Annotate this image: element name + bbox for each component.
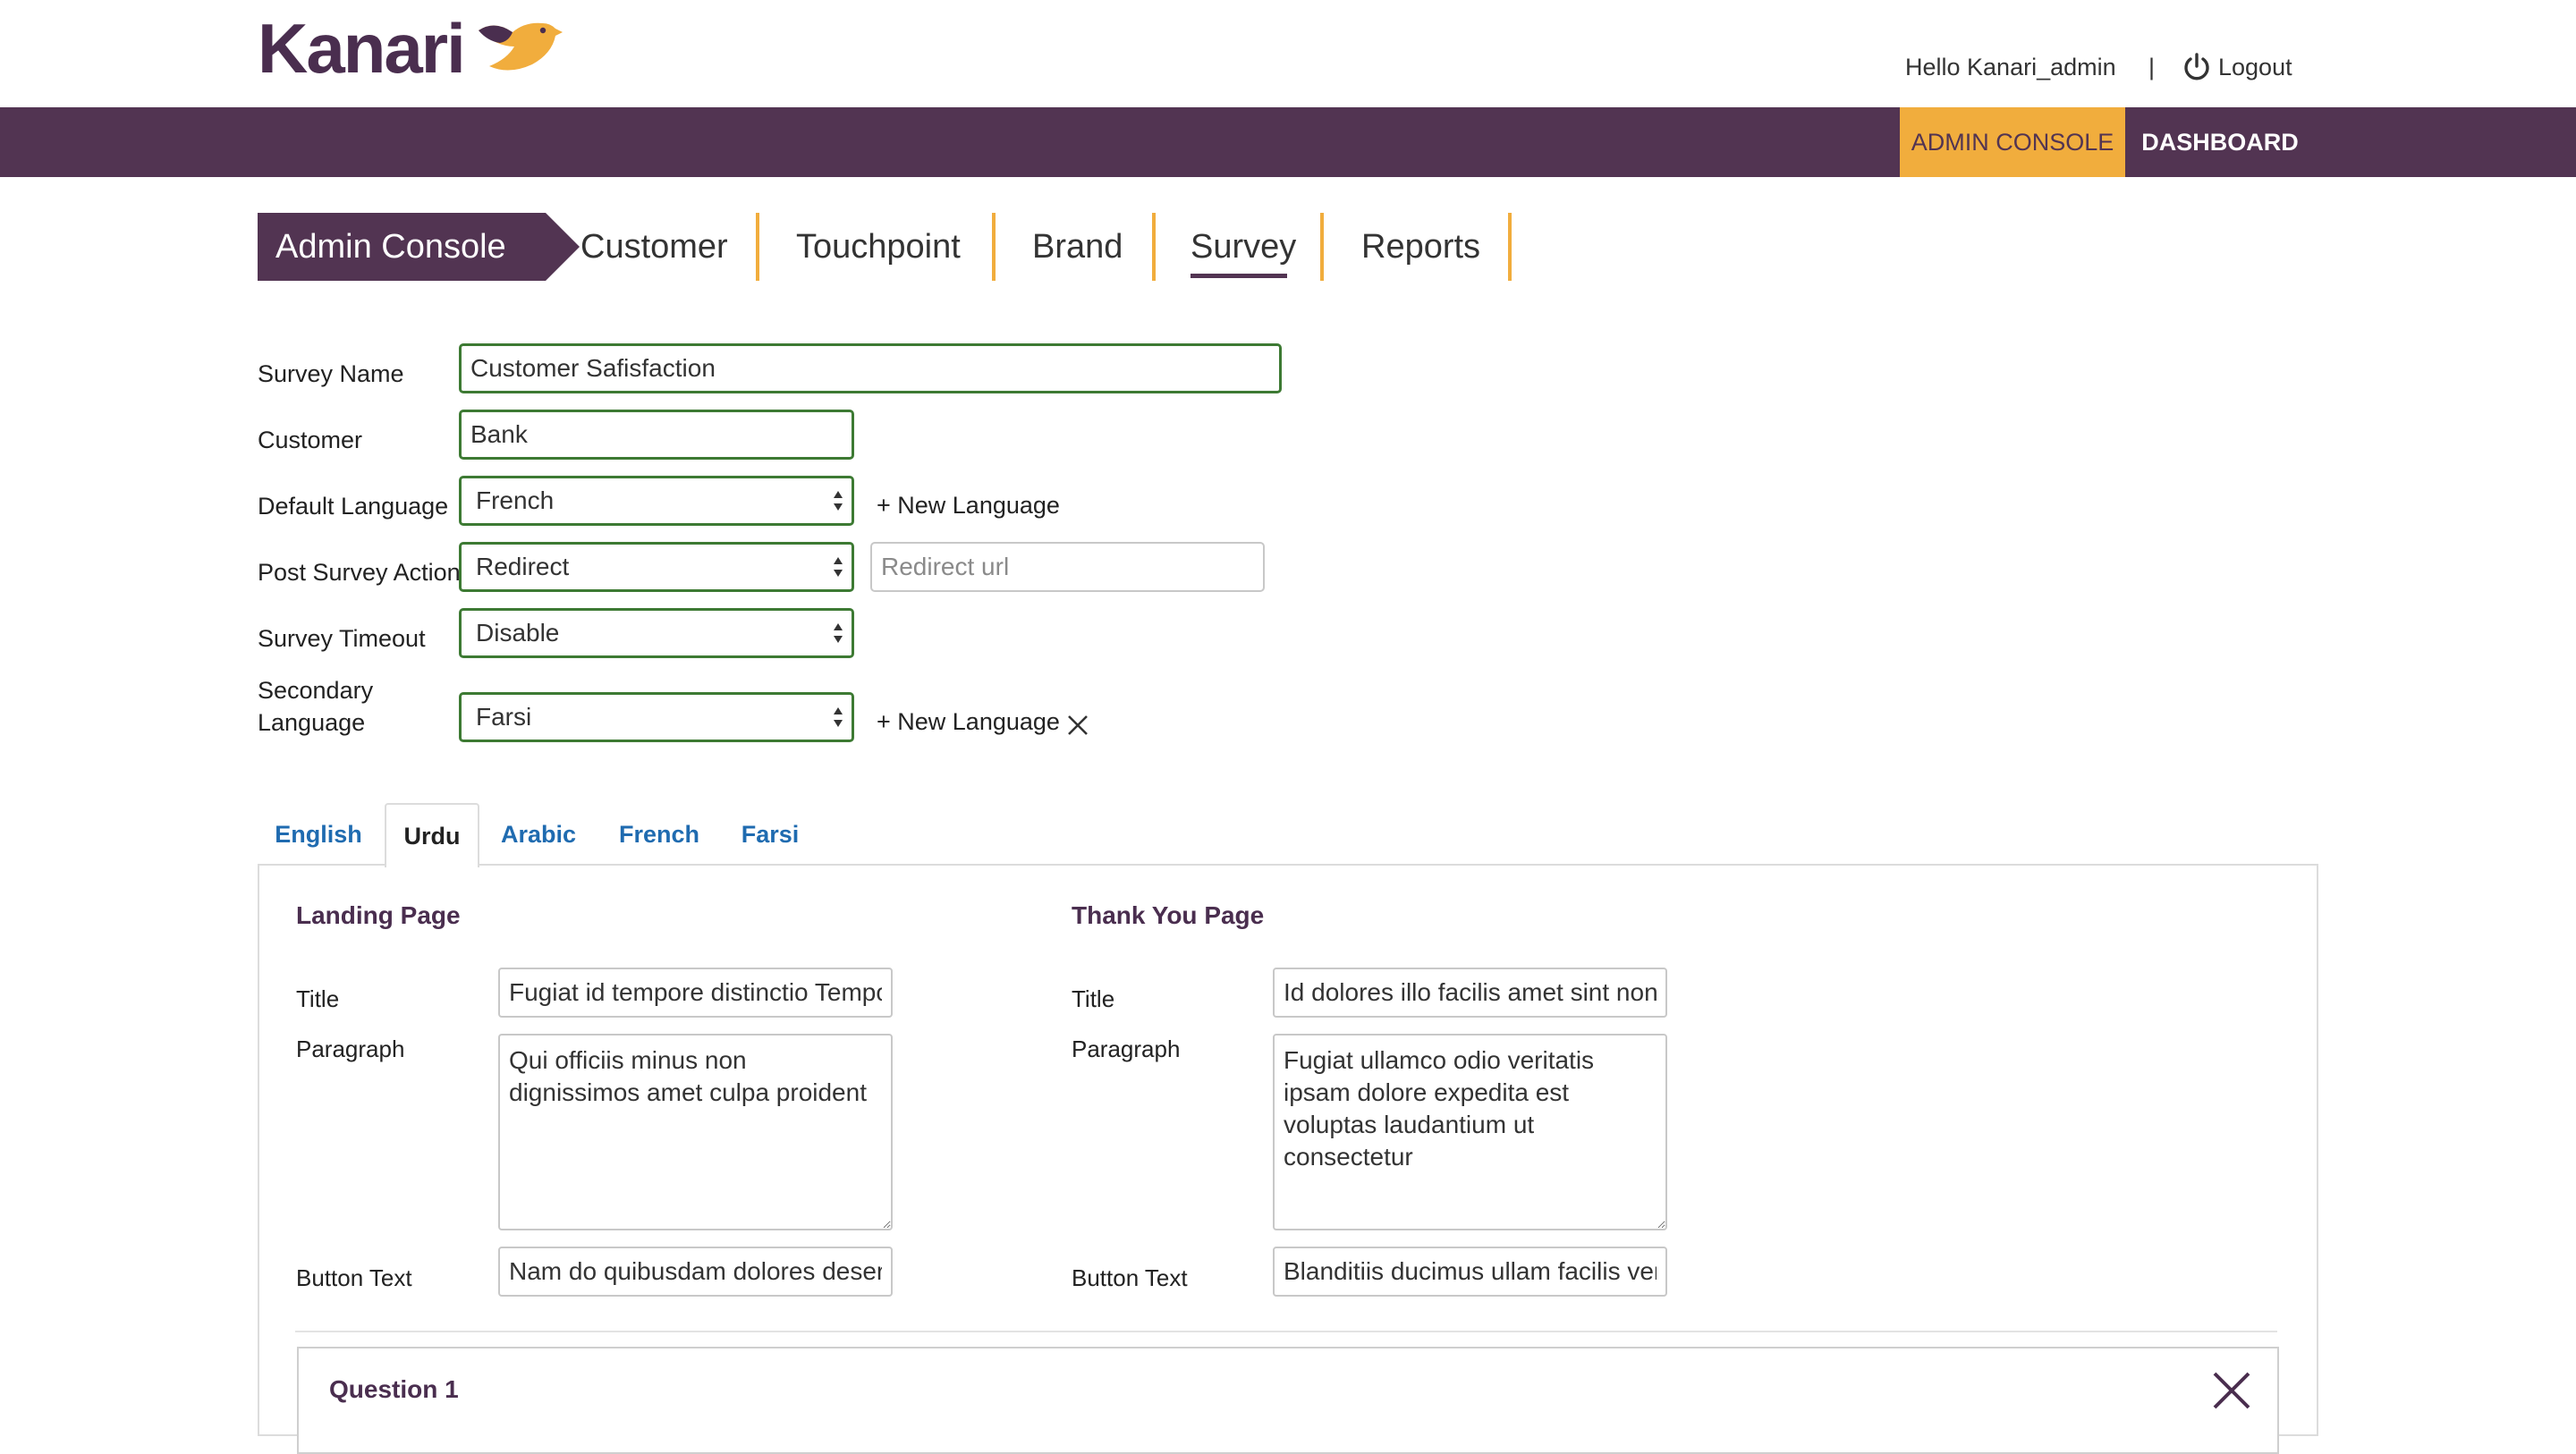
logout-label: Logout	[2218, 53, 2292, 80]
secondary-language-label-line2: Language	[258, 709, 366, 736]
post-survey-action-label: Post Survey Action	[258, 559, 461, 586]
dashboard-button[interactable]: DASHBOARD	[2125, 107, 2315, 177]
landing-page-heading: Landing Page	[296, 901, 461, 929]
tab-divider	[756, 213, 759, 281]
tab-divider	[1152, 213, 1156, 281]
lang-tab-urdu[interactable]: Urdu	[385, 803, 479, 867]
landing-button-text-input[interactable]	[498, 1247, 893, 1297]
thankyou-button-text-label: Button Text	[1072, 1264, 1188, 1291]
select-arrows-icon	[834, 491, 843, 511]
admin-console-button[interactable]: ADMIN CONSOLE	[1900, 107, 2125, 177]
lang-tab-farsi[interactable]: Farsi	[732, 803, 809, 866]
tab-reports[interactable]: Reports	[1361, 213, 1480, 281]
section-divider	[295, 1331, 2277, 1332]
secondary-language-value: Farsi	[476, 703, 532, 731]
thankyou-title-label: Title	[1072, 985, 1115, 1012]
survey-timeout-label: Survey Timeout	[258, 625, 426, 652]
select-arrows-icon	[834, 557, 843, 577]
post-survey-action-value: Redirect	[476, 553, 570, 580]
secondary-language-select[interactable]: Farsi	[459, 692, 854, 742]
breadcrumb[interactable]: Admin Console	[258, 213, 580, 281]
breadcrumb-arrow	[546, 213, 580, 281]
thankyou-button-text-input[interactable]	[1273, 1247, 1667, 1297]
tab-survey[interactable]: Survey	[1191, 213, 1296, 281]
tab-touchpoint[interactable]: Touchpoint	[796, 213, 961, 281]
landing-title-input[interactable]	[498, 968, 893, 1018]
select-arrows-icon	[834, 707, 843, 727]
landing-paragraph-textarea[interactable]: Qui officiis minus non dignissimos amet …	[498, 1034, 893, 1230]
survey-name-input[interactable]	[459, 343, 1282, 393]
lang-tab-english[interactable]: English	[268, 803, 369, 866]
top-navbar: ADMIN CONSOLE DASHBOARD	[0, 107, 2576, 177]
bird-logo-icon	[478, 22, 563, 71]
post-survey-action-select[interactable]: Redirect	[459, 542, 854, 592]
landing-paragraph-label: Paragraph	[296, 1036, 405, 1062]
lang-tab-arabic[interactable]: Arabic	[494, 803, 583, 866]
question-card: Question 1	[297, 1347, 2279, 1454]
tab-divider	[1320, 213, 1324, 281]
close-question-icon[interactable]	[2211, 1370, 2252, 1411]
survey-timeout-select[interactable]: Disable	[459, 608, 854, 658]
tab-divider	[1508, 213, 1512, 281]
thankyou-paragraph-label: Paragraph	[1072, 1036, 1181, 1062]
customer-input[interactable]	[459, 410, 854, 460]
secondary-language-label: Secondary	[258, 677, 374, 704]
section-nav: Admin Console	[258, 213, 580, 281]
landing-title-label: Title	[296, 985, 340, 1012]
kanari-logo[interactable]: Kanari	[258, 13, 563, 84]
active-tab-underline	[1191, 274, 1287, 278]
tab-customer[interactable]: Customer	[580, 213, 728, 281]
user-greeting: Hello Kanari_admin	[1905, 54, 2116, 80]
thank-you-page-heading: Thank You Page	[1072, 901, 1265, 929]
default-language-label: Default Language	[258, 493, 449, 520]
new-language-link[interactable]: + New Language	[877, 492, 1060, 520]
question-title: Question 1	[329, 1375, 459, 1403]
select-arrows-icon	[834, 623, 843, 643]
lang-tab-french[interactable]: French	[608, 803, 710, 866]
survey-name-label: Survey Name	[258, 360, 404, 387]
logo-text: Kanari	[258, 9, 466, 88]
remove-language-icon[interactable]	[1066, 714, 1089, 737]
thankyou-title-input[interactable]	[1273, 968, 1667, 1018]
app-header: Kanari Hello Kanari_admin | Logout	[0, 0, 2576, 107]
survey-timeout-value: Disable	[476, 619, 560, 647]
tab-divider	[992, 213, 996, 281]
logout-button[interactable]: Logout	[2182, 52, 2292, 82]
tab-brand[interactable]: Brand	[1032, 213, 1123, 281]
default-language-select[interactable]: French	[459, 476, 854, 526]
thankyou-paragraph-textarea[interactable]: Fugiat ullamco odio veritatis ipsam dolo…	[1273, 1034, 1667, 1230]
secondary-new-language-link[interactable]: + New Language	[877, 708, 1060, 736]
breadcrumb-label: Admin Console	[275, 227, 506, 266]
power-icon	[2184, 53, 2209, 80]
landing-button-text-label: Button Text	[296, 1264, 412, 1291]
redirect-url-input[interactable]	[870, 542, 1265, 592]
customer-label: Customer	[258, 427, 363, 453]
default-language-value: French	[476, 486, 555, 514]
header-separator: |	[2148, 54, 2156, 80]
